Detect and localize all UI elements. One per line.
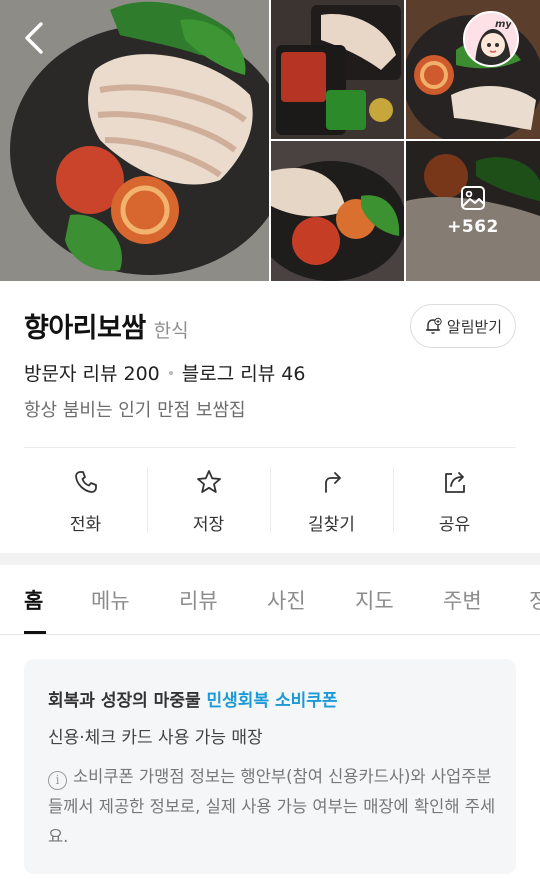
place-description: 항상 붐비는 인기 만점 보쌈집	[24, 400, 246, 421]
phone-icon	[74, 471, 97, 493]
info-icon: i	[48, 771, 67, 790]
section-separator	[0, 553, 540, 565]
coupon-title-accent: 민생회복 소비쿠폰	[206, 691, 338, 711]
coupon-notice-text: 소비쿠폰 가맹점 정보는 행안부(참여 신용카드사)와 사업주분들께서 제공한 …	[48, 767, 496, 846]
meat-kimchi-image	[271, 141, 404, 281]
coupon-subtitle: 신용·체크 카드 사용 가능 매장	[48, 728, 263, 748]
coupon-notice: i 소비쿠폰 가맹점 정보는 행안부(참여 신용카드사)와 사업주분들께서 제공한…	[48, 762, 504, 852]
action-row: 전화 저장 길찾기 공유	[24, 465, 516, 535]
active-tab-indicator	[24, 631, 46, 634]
bell-plus-icon	[425, 317, 442, 334]
back-button[interactable]	[16, 18, 52, 58]
title-row: 향아리보쌈 한식	[24, 306, 189, 345]
review-counts: 방문자 리뷰 200 블로그 리뷰 46	[24, 359, 305, 386]
directions-label: 길찾기	[308, 515, 355, 535]
more-photos-overlay[interactable]: +562	[406, 141, 540, 281]
tab-map[interactable]: 지도	[355, 585, 394, 615]
visitor-reviews-link[interactable]: 방문자 리뷰 200	[24, 359, 160, 386]
share-button[interactable]: 공유	[393, 465, 516, 535]
tab-photos[interactable]: 사진	[267, 585, 306, 615]
tab-nearby[interactable]: 주변	[443, 585, 482, 615]
share-label: 공유	[438, 515, 471, 535]
tab-bar: 홈 메뉴 리뷰 사진 지도 주변 정	[0, 565, 540, 635]
directions-icon	[324, 472, 341, 493]
directions-button[interactable]: 길찾기	[270, 465, 393, 535]
coupon-title-prefix: 회복과 성장의 마중물	[48, 691, 201, 711]
share-icon	[444, 472, 465, 493]
takeout-box-image	[271, 0, 404, 139]
tab-info[interactable]: 정	[529, 585, 540, 615]
photo-thumbnail[interactable]	[271, 0, 404, 139]
call-button[interactable]: 전화	[24, 465, 147, 535]
save-label: 저장	[192, 515, 225, 535]
save-button[interactable]: 저장	[147, 465, 270, 535]
place-name: 향아리보쌈	[24, 313, 146, 344]
avatar[interactable]: my	[463, 11, 519, 67]
blog-reviews-link[interactable]: 블로그 리뷰 46	[182, 359, 306, 386]
tab-menu[interactable]: 메뉴	[91, 585, 130, 615]
tab-reviews[interactable]: 리뷰	[179, 585, 218, 615]
photo-thumbnail[interactable]	[271, 141, 404, 281]
divider	[24, 447, 516, 448]
notification-button[interactable]: 알림받기	[410, 304, 516, 348]
call-label: 전화	[69, 515, 102, 535]
coupon-title: 회복과 성장의 마중물 민생회복 소비쿠폰	[48, 686, 338, 711]
image-icon	[461, 186, 485, 210]
place-category: 한식	[153, 320, 189, 342]
star-icon	[196, 470, 221, 493]
tab-home[interactable]: 홈	[24, 585, 43, 615]
avatar-label: my	[495, 19, 512, 30]
separator-dot	[168, 370, 173, 375]
photo-gallery[interactable]: my +562	[0, 0, 540, 281]
notification-label: 알림받기	[446, 317, 503, 336]
more-photos-count: +562	[447, 217, 499, 237]
chevron-left-icon	[25, 22, 43, 54]
coupon-card: 회복과 성장의 마중물 민생회복 소비쿠폰 신용·체크 카드 사용 가능 매장 …	[24, 659, 516, 874]
